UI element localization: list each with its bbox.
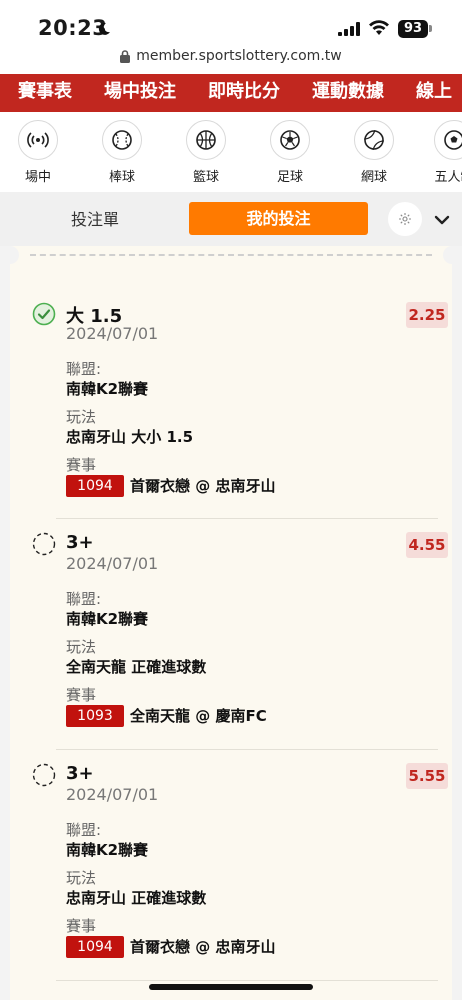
main-nav: 賽事表 場中投注 即時比分 運動數據 線上 bbox=[0, 74, 462, 112]
league-value: 南韓K2聯賽 bbox=[66, 380, 149, 398]
my-bets-list: 大 1.5 2024/07/01 2.25 聯盟: 南韓K2聯賽 玩法 忠南牙山… bbox=[0, 246, 462, 1000]
bet-selection: 3+ bbox=[66, 532, 94, 553]
sport-label: 網球 bbox=[360, 170, 387, 185]
battery-cap bbox=[429, 25, 432, 32]
league-value: 南韓K2聯賽 bbox=[66, 610, 149, 628]
home-indicator[interactable] bbox=[149, 984, 313, 990]
basketball-icon bbox=[196, 130, 216, 150]
event-label: 賽事 bbox=[66, 917, 97, 935]
soccer-icon bbox=[280, 130, 300, 150]
url-text: member.sportslottery.com.tw bbox=[136, 48, 342, 64]
settings-button[interactable] bbox=[388, 202, 422, 236]
sport-label: 棒球 bbox=[108, 170, 135, 185]
moon-icon bbox=[98, 22, 110, 35]
odds-badge: 5.55 bbox=[406, 763, 448, 789]
url-bar[interactable]: member.sportslottery.com.tw bbox=[0, 48, 462, 70]
sport-item-basketball[interactable]: 籃球 bbox=[176, 120, 236, 185]
nav-item-live-betting[interactable]: 場中投注 bbox=[104, 74, 176, 112]
baseball-icon bbox=[112, 130, 132, 150]
market-value: 忠南牙山 正確進球數 bbox=[66, 889, 207, 907]
pending-circle-icon bbox=[32, 532, 56, 556]
bet-ticket: 大 1.5 2024/07/01 2.25 聯盟: 南韓K2聯賽 玩法 忠南牙山… bbox=[1, 246, 461, 1000]
gear-icon bbox=[399, 213, 411, 225]
league-value: 南韓K2聯賽 bbox=[66, 841, 149, 859]
sport-label: 足球 bbox=[276, 170, 303, 185]
sport-label: 場中 bbox=[24, 170, 51, 185]
sport-label: 籃球 bbox=[192, 170, 219, 185]
league-label: 聯盟: bbox=[66, 590, 102, 608]
sport-item-tennis[interactable]: 網球 bbox=[344, 120, 404, 185]
match-name: 首爾衣戀 @ 忠南牙山 bbox=[130, 477, 276, 495]
league-label: 聯盟: bbox=[66, 360, 102, 378]
futsal-icon bbox=[444, 130, 462, 150]
bet-divider bbox=[56, 518, 438, 519]
match-name: 首爾衣戀 @ 忠南牙山 bbox=[130, 938, 276, 956]
bet-item[interactable]: 3+ 2024/07/01 5.55 聯盟: 南韓K2聯賽 玩法 忠南牙山 正確… bbox=[20, 763, 448, 963]
bet-item[interactable]: 大 1.5 2024/07/01 2.25 聯盟: 南韓K2聯賽 玩法 忠南牙山… bbox=[20, 302, 448, 502]
event-label: 賽事 bbox=[66, 456, 97, 474]
match-code-badge: 1094 bbox=[66, 936, 124, 958]
odds-badge: 4.55 bbox=[406, 532, 448, 558]
ticket-notch-left bbox=[1, 246, 19, 264]
event-label: 賽事 bbox=[66, 686, 97, 704]
match-name: 全南天龍 @ 慶南FC bbox=[130, 707, 267, 725]
bet-divider bbox=[56, 980, 438, 981]
bet-item[interactable]: 3+ 2024/07/01 4.55 聯盟: 南韓K2聯賽 玩法 全南天龍 正確… bbox=[20, 532, 448, 732]
wifi-icon bbox=[369, 20, 389, 35]
bet-slip-header: 投注單 我的投注 bbox=[0, 192, 462, 246]
match-code-badge: 1093 bbox=[66, 705, 124, 727]
ticket-notch-right bbox=[443, 246, 461, 264]
market-label: 玩法 bbox=[66, 869, 97, 887]
cellular-signal-icon bbox=[338, 22, 360, 36]
sport-label: 五人制 bbox=[434, 170, 462, 185]
lock-icon bbox=[120, 49, 131, 63]
tab-my-bets[interactable]: 我的投注 bbox=[189, 202, 368, 235]
bet-date: 2024/07/01 bbox=[66, 785, 159, 804]
market-value: 忠南牙山 大小 1.5 bbox=[66, 428, 194, 446]
check-circle-icon bbox=[32, 302, 56, 326]
bet-selection: 3+ bbox=[66, 763, 94, 784]
chevron-down-icon[interactable] bbox=[432, 210, 452, 230]
nav-item-online[interactable]: 線上 bbox=[416, 74, 452, 112]
tennis-icon bbox=[364, 129, 384, 151]
odds-badge: 2.25 bbox=[406, 302, 448, 328]
sport-item-baseball[interactable]: 棒球 bbox=[92, 120, 152, 185]
market-label: 玩法 bbox=[66, 638, 97, 656]
bet-date: 2024/07/01 bbox=[66, 554, 159, 573]
bet-date: 2024/07/01 bbox=[66, 324, 159, 343]
market-value: 全南天龍 正確進球數 bbox=[66, 658, 207, 676]
league-label: 聯盟: bbox=[66, 821, 102, 839]
tab-bet-slip[interactable]: 投注單 bbox=[30, 204, 160, 236]
sport-category-row: 場中 棒球 籃球 足球 網球 五人制 bbox=[0, 112, 462, 192]
market-label: 玩法 bbox=[66, 408, 97, 426]
pending-circle-icon bbox=[32, 763, 56, 787]
sport-item-futsal[interactable]: 五人制 bbox=[424, 120, 462, 185]
battery-indicator: 93 bbox=[398, 20, 428, 38]
ticket-perforation bbox=[30, 254, 432, 256]
live-icon bbox=[27, 132, 49, 148]
bet-divider bbox=[56, 749, 438, 750]
nav-item-schedule[interactable]: 賽事表 bbox=[18, 74, 72, 112]
sport-item-soccer[interactable]: 足球 bbox=[260, 120, 320, 185]
nav-item-sports-data[interactable]: 運動數據 bbox=[312, 74, 384, 112]
match-code-badge: 1094 bbox=[66, 475, 124, 497]
status-bar: 20:23 93 bbox=[0, 0, 462, 46]
sport-item-live[interactable]: 場中 bbox=[8, 120, 68, 185]
nav-item-live-scores[interactable]: 即時比分 bbox=[208, 74, 280, 112]
